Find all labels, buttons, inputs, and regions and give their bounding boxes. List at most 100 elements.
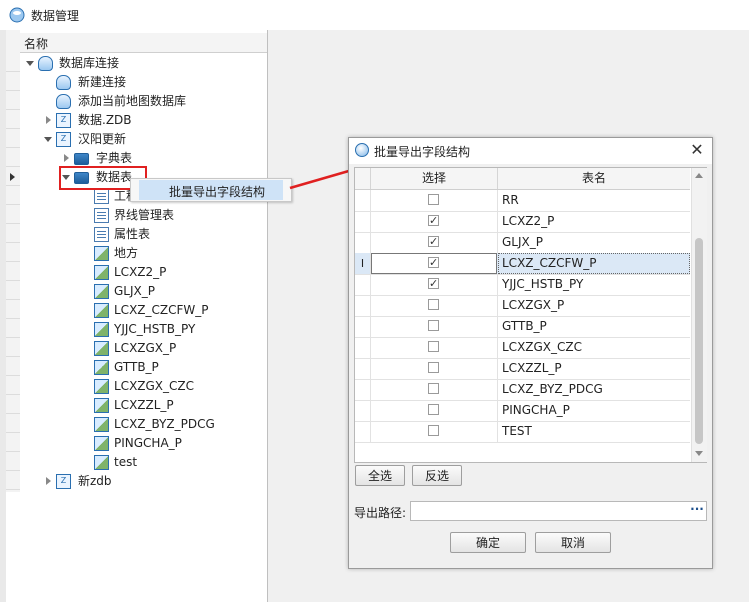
close-icon[interactable]: ✕ — [688, 141, 706, 159]
export-path-input[interactable] — [410, 501, 707, 521]
tree-header-label: 名称 — [24, 37, 49, 51]
expand-arrow-icon[interactable] — [26, 61, 34, 66]
scroll-thumb[interactable] — [695, 238, 703, 444]
grid-header: 选择 表名 — [355, 168, 690, 190]
table-row[interactable]: ✓ LCXZ2_P — [355, 211, 690, 233]
scroll-down-icon[interactable] — [695, 451, 703, 456]
checkbox-unchecked[interactable] — [428, 341, 439, 352]
zdb-file-icon: Z — [56, 474, 71, 489]
row-gutter — [355, 421, 371, 442]
row-gutter — [355, 295, 371, 316]
tree-node-label: LCXZGX_CZC — [114, 379, 195, 393]
expand-arrow-icon[interactable] — [44, 137, 52, 142]
table-name-cell: GLJX_P — [502, 235, 543, 249]
column-header-select[interactable]: 选择 — [371, 168, 498, 189]
checkbox-unchecked[interactable] — [428, 383, 439, 394]
checkbox-unchecked[interactable] — [428, 425, 439, 436]
context-menu: 批量导出字段结构 — [130, 178, 292, 202]
window-title: 数据管理 — [31, 9, 80, 23]
table-doc-icon — [94, 227, 109, 242]
row-gutter — [355, 316, 371, 337]
scroll-up-icon[interactable] — [695, 173, 703, 178]
vertical-scrollbar[interactable] — [691, 168, 707, 462]
dialog-titlebar: 批量导出字段结构 ✕ — [349, 138, 712, 164]
database-icon — [38, 56, 53, 71]
tree-node-label: PINGCHA_P — [114, 436, 182, 450]
tree-node-label: 汉阳更新 — [78, 132, 127, 146]
table-name-cell: PINGCHA_P — [502, 403, 570, 417]
table-row[interactable]: LCXZ_BYZ_PDCG — [355, 379, 690, 401]
row-gutter — [355, 337, 371, 358]
checkbox-unchecked[interactable] — [428, 320, 439, 331]
tree-node-label: GTTB_P — [114, 360, 159, 374]
collapse-arrow-icon[interactable] — [46, 477, 51, 485]
layer-icon — [94, 265, 109, 280]
checkbox-checked[interactable]: ✓ — [428, 278, 439, 289]
tree-node-label: LCXZ_CZCFW_P — [114, 303, 209, 317]
database-add-icon — [56, 75, 71, 90]
table-row[interactable]: PINGCHA_P — [355, 400, 690, 422]
row-gutter: I — [355, 253, 371, 274]
layer-icon — [94, 284, 109, 299]
row-gutter — [355, 358, 371, 379]
grid-header-gutter — [355, 168, 371, 189]
batch-export-dialog: 批量导出字段结构 ✕ 选择 表名 RR ✓ LCXZ2_P ✓ GLJX_P I ✓ LCXZ… — [348, 137, 713, 569]
table-row[interactable]: ✓ GLJX_P — [355, 232, 690, 254]
checkbox-unchecked[interactable] — [428, 194, 439, 205]
layer-icon — [94, 341, 109, 356]
checkbox-unchecked[interactable] — [428, 404, 439, 415]
table-row[interactable]: LCXZGX_P — [355, 295, 690, 317]
layer-icon — [94, 398, 109, 413]
tree-node-label: LCXZZL_P — [114, 398, 174, 412]
zdb-file-icon: Z — [56, 132, 71, 147]
table-row[interactable]: ✓ YJJC_HSTB_PY — [355, 274, 690, 296]
tree-node-label: 地方 — [114, 246, 139, 260]
table-name-cell: TEST — [502, 424, 532, 438]
layer-icon — [94, 379, 109, 394]
select-all-button[interactable]: 全选 — [355, 465, 405, 486]
checkbox-checked[interactable]: ✓ — [428, 257, 439, 268]
table-row[interactable]: I ✓ LCXZ_CZCFW_P — [355, 253, 690, 275]
invert-selection-button[interactable]: 反选 — [412, 465, 462, 486]
zdb-file-icon: Z — [56, 113, 71, 128]
tree-node-label: 属性表 — [114, 227, 151, 241]
collapse-arrow-icon[interactable] — [46, 116, 51, 124]
menu-item-label: 批量导出字段结构 — [169, 185, 266, 199]
collapse-arrow-icon[interactable] — [64, 154, 69, 162]
table-name-cell: LCXZZL_P — [502, 361, 562, 375]
tree-node-label: 数据.ZDB — [78, 113, 132, 127]
ok-button[interactable]: 确定 — [450, 532, 526, 553]
row-gutter — [355, 379, 371, 400]
table-row[interactable]: GTTB_P — [355, 316, 690, 338]
row-gutter — [355, 400, 371, 421]
table-row[interactable]: LCXZZL_P — [355, 358, 690, 380]
table-list-grid: 选择 表名 RR ✓ LCXZ2_P ✓ GLJX_P I ✓ LCXZ_CZCFW_P ✓ YJ… — [354, 167, 707, 463]
tree-node-label: 新zdb — [78, 474, 112, 488]
checkbox-checked[interactable]: ✓ — [428, 236, 439, 247]
checkbox-unchecked[interactable] — [428, 362, 439, 373]
tree-node-label: 数据库连接 — [59, 56, 120, 70]
tree-node-label: GLJX_P — [114, 284, 155, 298]
table-name-cell: LCXZGX_CZC — [502, 340, 583, 354]
table-row[interactable]: LCXZGX_CZC — [355, 337, 690, 359]
tree-node-label: LCXZ2_P — [114, 265, 167, 279]
cancel-button[interactable]: 取消 — [535, 532, 611, 553]
current-row-marker-icon — [10, 173, 15, 181]
tree-node-label: LCXZGX_P — [114, 341, 177, 355]
checkbox-unchecked[interactable] — [428, 299, 439, 310]
checkbox-checked[interactable]: ✓ — [428, 215, 439, 226]
table-name-cell: YJJC_HSTB_PY — [502, 277, 584, 291]
tree-node-label: 新建连接 — [78, 75, 127, 89]
table-row[interactable]: TEST — [355, 421, 690, 443]
browse-button[interactable]: ··· — [687, 501, 707, 521]
row-gutter — [355, 211, 371, 232]
menu-item-batch-export-fields[interactable]: 批量导出字段结构 — [139, 180, 283, 200]
layer-icon — [94, 360, 109, 375]
column-header-table-name[interactable]: 表名 — [498, 168, 690, 189]
tree-node-label: 添加当前地图数据库 — [78, 94, 187, 108]
tree-node-label: 界线管理表 — [114, 208, 175, 222]
tree-header: 名称 — [20, 33, 267, 53]
dialog-title: 批量导出字段结构 — [374, 145, 471, 159]
table-row[interactable]: RR — [355, 190, 690, 212]
layer-icon — [94, 436, 109, 451]
